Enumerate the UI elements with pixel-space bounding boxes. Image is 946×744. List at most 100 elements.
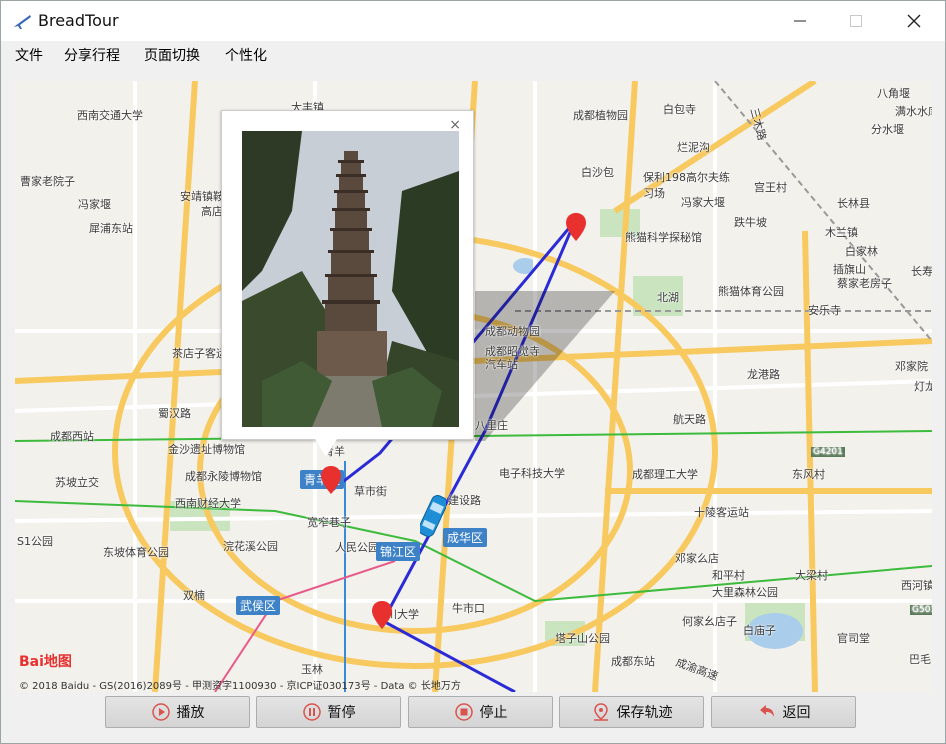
- map-label: 长寿: [911, 265, 932, 278]
- maximize-icon: [850, 15, 862, 27]
- map-label: 草市街: [354, 485, 387, 498]
- route-marker[interactable]: [566, 213, 586, 241]
- location-pin-icon: [593, 703, 608, 721]
- pause-button[interactable]: 暂停: [256, 696, 401, 728]
- save-track-button[interactable]: 保存轨迹: [559, 696, 704, 728]
- map-label: 满水水库: [895, 105, 932, 118]
- maximize-button[interactable]: [827, 1, 885, 41]
- map-label: 白包寺: [663, 103, 696, 116]
- play-button-label: 播放: [176, 705, 205, 721]
- map-label: 大梁村: [795, 569, 828, 582]
- map-label: G501: [910, 605, 932, 615]
- map-label: 冯家堰: [78, 198, 111, 211]
- map-label: 长林县: [837, 197, 870, 210]
- map-label: 白庙子: [743, 624, 776, 637]
- back-button-label: 返回: [782, 705, 811, 721]
- route-marker[interactable]: [372, 601, 392, 629]
- map-label: 蔡家老房子: [837, 277, 892, 290]
- map-label: 熊猫体育公园: [718, 285, 784, 298]
- map-label: 蜀汉路: [158, 407, 191, 420]
- map-label: 烂泥沟: [677, 141, 710, 154]
- map-label: 人民公园: [335, 541, 379, 554]
- map-label: 电子科技大学: [499, 467, 565, 480]
- map-copyright: © 2018 Baidu - GS(2016)2089号 - 甲测资字11009…: [19, 681, 461, 692]
- stop-button[interactable]: 停止: [408, 696, 553, 728]
- map-label: 和平村: [712, 569, 745, 582]
- pagoda-photo: [242, 131, 459, 427]
- map-label: 成都西站: [50, 430, 94, 443]
- map-label: 八角堰: [877, 87, 910, 100]
- map-label: 浣花溪公园: [223, 540, 278, 553]
- map-label: G4201: [811, 447, 845, 457]
- map-label: 西南财经大学: [175, 497, 241, 510]
- stop-button-label: 停止: [479, 705, 508, 721]
- map-label: 苏坡立交: [55, 476, 99, 489]
- map-label: 安乐寺: [808, 304, 841, 317]
- map-label: 八里庄: [475, 419, 508, 432]
- window-title: BreadTour: [38, 11, 119, 30]
- close-button[interactable]: [885, 1, 943, 41]
- menu-share-trip[interactable]: 分享行程: [64, 45, 120, 65]
- map-label: 成都动物园: [485, 325, 540, 338]
- back-arrow-icon: [759, 705, 774, 717]
- map-label: 成都植物园: [573, 109, 628, 122]
- map-label: 巴毛: [909, 653, 931, 666]
- map-label: 牛市口: [452, 602, 485, 615]
- map-label: 西南交通大学: [77, 109, 143, 122]
- map-label: 汽车站: [485, 358, 518, 371]
- map-label: 北湖: [657, 291, 679, 304]
- map-label: 白家林: [845, 245, 878, 258]
- play-icon: [151, 703, 170, 721]
- close-icon: [907, 14, 921, 28]
- back-button[interactable]: 返回: [711, 696, 856, 728]
- menu-personalize[interactable]: 个性化: [225, 45, 267, 65]
- map-label: 金沙遗址博物馆: [168, 443, 245, 456]
- map-label: 何家幺店子: [682, 615, 737, 628]
- menu-page-switch[interactable]: 页面切换: [144, 45, 200, 65]
- map-label: 分水堰: [871, 123, 904, 136]
- map-label: 龙港路: [747, 368, 780, 381]
- district-badge: 锦江区: [376, 542, 421, 561]
- map-label: 十陵客运站: [694, 506, 749, 519]
- map-label: 曹家老院子: [20, 175, 75, 188]
- play-button[interactable]: 播放: [105, 696, 250, 728]
- pause-button-label: 暂停: [327, 705, 356, 721]
- map-label: 邓家院: [895, 360, 928, 373]
- control-toolbar: 播放 暂停 停止 保存轨迹 返回: [1, 693, 945, 744]
- map-label: 安靖镇鞍: [180, 190, 224, 203]
- map-label: S1公园: [17, 535, 53, 548]
- map-label: 大里森林公园: [712, 586, 778, 599]
- map-label: 西河镇: [901, 579, 932, 592]
- map-label: 成都永陵博物馆: [185, 470, 262, 483]
- map-label: 成都理工大学: [632, 468, 698, 481]
- map-label: 邓家么店: [675, 552, 719, 565]
- map-label: 犀浦东站: [89, 222, 133, 235]
- route-marker[interactable]: [321, 466, 341, 494]
- photo-popup: ×: [221, 110, 474, 440]
- airplane-icon: [14, 15, 31, 29]
- map-label: 宫王村: [754, 181, 787, 194]
- save-track-button-label: 保存轨迹: [616, 705, 673, 721]
- map-label: 东坡体育公园: [103, 546, 169, 559]
- popup-pointer: [315, 439, 337, 457]
- map-label: 跌牛坡: [734, 216, 767, 229]
- map-label: 木兰镇: [825, 226, 858, 239]
- minimize-icon: [794, 20, 806, 22]
- map-label: 双楠: [183, 589, 205, 602]
- map-label: 高店: [201, 205, 223, 218]
- map-label: 东风村: [792, 468, 825, 481]
- app-window: BreadTour 文件 分享行程 页面切换 个性化 西南交通大学 曹家老院子 …: [0, 0, 946, 744]
- map-label: 航天路: [673, 413, 706, 426]
- map-label: 灯龙: [914, 380, 932, 393]
- map-label: 塔子山公园: [555, 632, 610, 645]
- district-badge: 武侯区: [236, 596, 281, 615]
- title-bar: BreadTour: [1, 1, 945, 41]
- map-label: 官司堂: [837, 632, 870, 645]
- map-label: 成都东站: [611, 655, 655, 668]
- menu-file[interactable]: 文件: [15, 45, 43, 65]
- menu-bar: 文件 分享行程 页面切换 个性化: [1, 41, 945, 67]
- car-icon: [420, 495, 446, 537]
- map-label: 冯家大堰: [681, 196, 725, 209]
- stop-icon: [454, 703, 473, 721]
- minimize-button[interactable]: [771, 1, 829, 41]
